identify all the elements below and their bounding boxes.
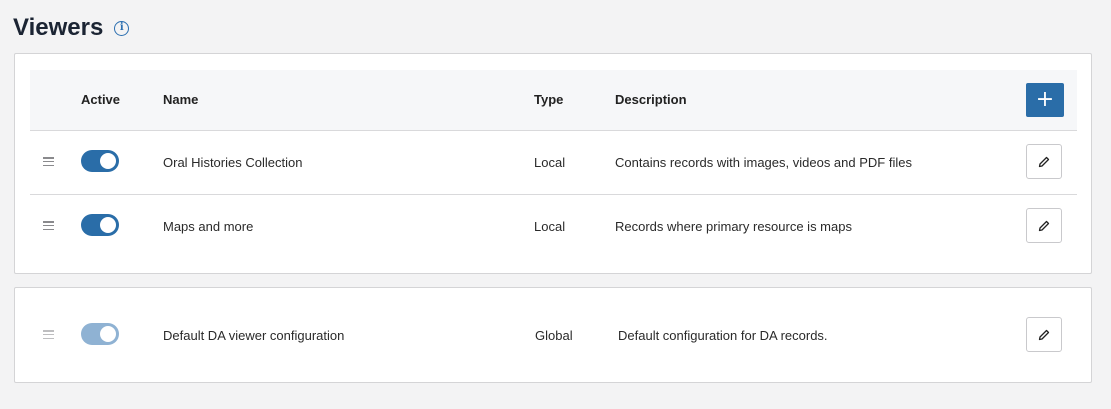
toggle-knob — [100, 217, 116, 233]
viewer-name: Default DA viewer configuration — [163, 328, 345, 343]
edit-button[interactable] — [1026, 208, 1062, 243]
active-toggle[interactable] — [81, 214, 119, 236]
active-toggle-disabled — [81, 323, 119, 345]
pencil-icon — [1038, 156, 1050, 167]
drag-handle-icon — [43, 330, 54, 339]
viewer-type: Global — [535, 328, 573, 343]
add-viewer-button[interactable]: + — [1026, 83, 1064, 117]
drag-handle-icon[interactable] — [43, 221, 54, 230]
toggle-knob — [100, 153, 116, 169]
viewer-type: Local — [534, 155, 566, 170]
column-header-name: Name — [163, 92, 199, 107]
column-header-type: Type — [534, 92, 564, 107]
viewer-description: Records where primary resource is maps — [615, 219, 852, 234]
viewers-table-card: Active Name Type Description + Oral Hist… — [14, 53, 1092, 274]
table-row: Maps and more Local Records where primar… — [30, 195, 1077, 258]
table-row: Oral Histories Collection Local Contains… — [30, 131, 1077, 195]
viewer-name: Oral Histories Collection — [163, 155, 303, 170]
viewer-type: Local — [534, 219, 566, 234]
column-header-description: Description — [615, 92, 687, 107]
table-header: Active Name Type Description + — [30, 70, 1077, 131]
global-viewer-card: Default DA viewer configuration Global D… — [14, 287, 1092, 383]
info-icon[interactable]: i — [114, 20, 130, 36]
page-title: Viewers i — [13, 14, 130, 42]
table-row: Default DA viewer configuration Global D… — [30, 304, 1077, 367]
pencil-icon — [1038, 220, 1050, 231]
edit-button[interactable] — [1026, 144, 1062, 179]
edit-button[interactable] — [1026, 317, 1062, 352]
pencil-icon — [1038, 329, 1050, 340]
column-header-active: Active — [81, 92, 121, 107]
drag-handle-icon[interactable] — [43, 157, 54, 166]
viewer-name: Maps and more — [163, 219, 254, 234]
page-title-text: Viewers — [13, 14, 104, 41]
toggle-knob — [100, 326, 116, 342]
active-toggle[interactable] — [81, 150, 119, 172]
viewer-description: Contains records with images, videos and… — [615, 155, 912, 170]
viewer-description: Default configuration for DA records. — [618, 328, 828, 343]
